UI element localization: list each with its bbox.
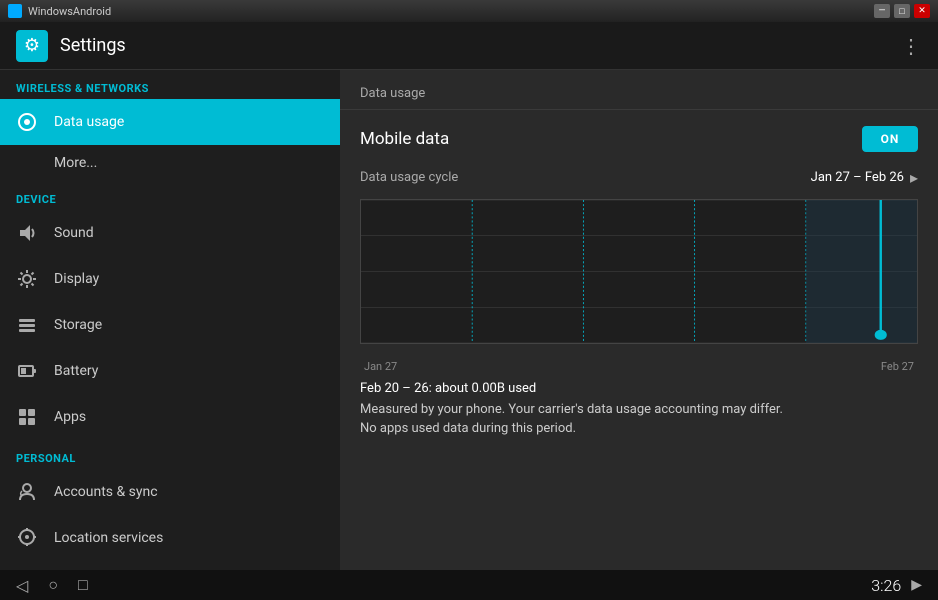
data-cycle-control[interactable]: Jan 27 – Feb 26 ▸ [811,168,918,187]
content-area: Data usage Mobile data ON Data usage cyc… [340,70,938,570]
app-title: Settings [60,35,126,56]
battery-label: Battery [54,363,98,379]
section-personal-header: PERSONAL [0,440,340,469]
title-bar-left: WindowsAndroid [8,4,111,18]
sidebar-item-storage[interactable]: Storage [0,302,340,348]
sidebar: WIRELESS & NETWORKS Data usage More... D… [0,70,340,570]
sidebar-item-sound[interactable]: Sound [0,210,340,256]
data-cycle-value: Jan 27 – Feb 26 [811,170,904,185]
app-name: WindowsAndroid [28,5,111,18]
usage-summary: Feb 20 – 26: about 0.00B used [360,381,918,396]
sidebar-item-display[interactable]: Display [0,256,340,302]
more-label: More... [54,155,97,171]
app-header: ⚙ Settings ⋮ [0,22,938,70]
title-bar: WindowsAndroid — □ ✕ [0,0,938,22]
data-cycle-label: Data usage cycle [360,170,458,185]
data-chart [360,199,918,344]
chart-end-label: Feb 27 [881,360,914,373]
close-button[interactable]: ✕ [914,4,930,18]
sidebar-item-security[interactable]: Security [0,561,340,570]
title-bar-controls[interactable]: — □ ✕ [874,4,930,18]
sidebar-item-apps[interactable]: Apps [0,394,340,440]
storage-icon [16,314,38,336]
chart-start-label: Jan 27 [364,360,397,373]
mobile-data-row: Mobile data ON [360,126,918,152]
settings-icon: ⚙ [16,30,48,62]
apps-label: Apps [54,409,86,425]
sound-label: Sound [54,225,94,241]
section-device-header: DEVICE [0,181,340,210]
overflow-menu-button[interactable]: ⋮ [901,34,922,58]
time-display: 3:26 [871,576,901,595]
recent-button[interactable]: □ [78,575,88,595]
battery-icon [16,360,38,382]
content-inner: Mobile data ON Data usage cycle Jan 27 –… [340,110,938,456]
accounts-icon [16,481,38,503]
sidebar-item-location[interactable]: Location services [0,515,340,561]
maximize-button[interactable]: □ [894,4,910,18]
sidebar-item-more[interactable]: More... [0,145,340,181]
location-label: Location services [54,530,163,546]
back-button[interactable]: ◁ [16,576,28,595]
nav-buttons: ◁ ○ □ [16,575,88,595]
display-label: Display [54,271,99,287]
app-logo [8,4,22,18]
chart-svg [361,200,917,343]
page-title: Data usage [360,86,425,101]
app-header-left: ⚙ Settings [16,30,126,62]
data-cycle-row: Data usage cycle Jan 27 – Feb 26 ▸ [360,168,918,187]
chevron-right-icon: ▸ [910,168,918,187]
status-area: 3:26 ▶ [871,576,922,595]
mobile-data-toggle[interactable]: ON [862,126,918,152]
location-icon [16,527,38,549]
main-layout: WIRELESS & NETWORKS Data usage More... D… [0,70,938,570]
sidebar-item-accounts[interactable]: Accounts & sync [0,469,340,515]
signal-icon: ▶ [911,577,922,593]
measured-note: Measured by your phone. Your carrier's d… [360,402,918,417]
no-apps-note: No apps used data during this period. [360,421,918,436]
home-button[interactable]: ○ [48,575,58,595]
usage-info: Feb 20 – 26: about 0.00B used Measured b… [360,381,918,436]
minimize-button[interactable]: — [874,4,890,18]
sound-icon [16,222,38,244]
apps-icon [16,406,38,428]
data-usage-label: Data usage [54,114,124,130]
display-icon [16,268,38,290]
chart-labels: Jan 27 Feb 27 [360,356,918,373]
section-wireless-header: WIRELESS & NETWORKS [0,70,340,99]
sidebar-item-battery[interactable]: Battery [0,348,340,394]
bottom-bar: ◁ ○ □ 3:26 ▶ [0,570,938,600]
sidebar-item-data-usage[interactable]: Data usage [0,99,340,145]
data-usage-icon [16,111,38,133]
content-header: Data usage [340,70,938,110]
accounts-label: Accounts & sync [54,484,158,500]
storage-label: Storage [54,317,102,333]
mobile-data-label: Mobile data [360,129,449,149]
